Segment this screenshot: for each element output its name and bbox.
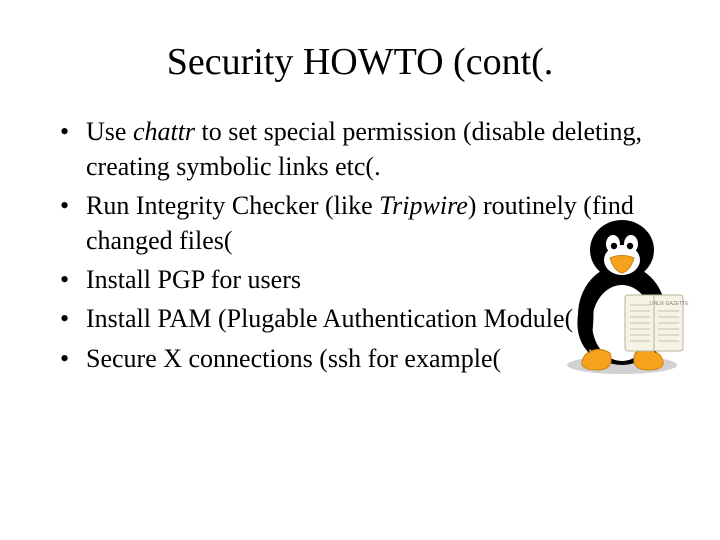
bullet-text-italic: Tripwire — [379, 191, 468, 220]
slide-title: Security HOWTO (cont(. — [40, 40, 680, 84]
slide: Security HOWTO (cont(. Use chattr to set… — [0, 0, 720, 540]
bullet-text: Secure X connections (ssh for example( — [86, 344, 501, 373]
bullet-text: Run Integrity Checker (like — [86, 191, 379, 220]
bullet-text-italic: chattr — [133, 117, 195, 146]
tux-icon: LINUX GAZETTE — [555, 205, 690, 375]
bullet-text: Install PAM (Plugable Authentication Mod… — [86, 304, 573, 333]
bullet-text: Use — [86, 117, 133, 146]
gazette-label: LINUX GAZETTE — [649, 301, 689, 307]
bullet-text: Install PGP for users — [86, 265, 301, 294]
list-item: Use chattr to set special permission (di… — [60, 114, 646, 184]
